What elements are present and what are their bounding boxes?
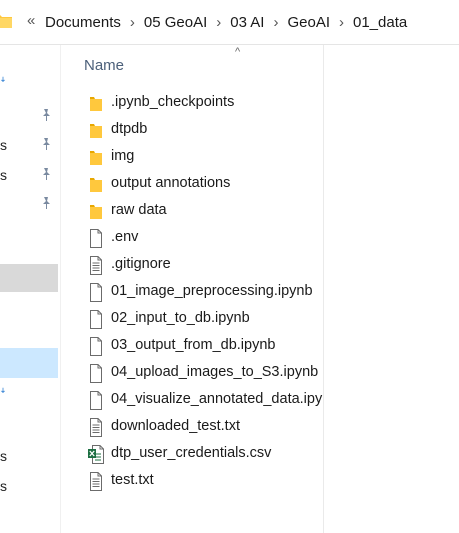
list-item[interactable]: 01_image_preprocessing.ipynb — [61, 279, 323, 306]
text-file-icon — [90, 418, 102, 437]
pin-icon[interactable] — [39, 137, 53, 151]
list-item[interactable]: img — [61, 144, 323, 171]
breadcrumb-documents[interactable]: Documents — [45, 14, 121, 31]
list-item[interactable]: .ipynb_checkpoints — [61, 90, 323, 117]
list-item[interactable]: .env — [61, 225, 323, 252]
breadcrumb-03-ai[interactable]: 03 AI — [230, 14, 264, 31]
pin-icon[interactable] — [39, 108, 53, 122]
file-name: output annotations — [111, 175, 231, 191]
pin-icon[interactable] — [39, 167, 53, 181]
chevron-right-icon[interactable]: › — [121, 14, 144, 31]
breadcrumb-geoai[interactable]: GeoAI — [287, 14, 330, 31]
folder-icon — [90, 124, 102, 138]
file-name: raw data — [111, 202, 167, 218]
list-item[interactable]: 02_input_to_db.ipynb — [61, 306, 323, 333]
list-item[interactable]: raw data — [61, 198, 323, 225]
list-item[interactable]: test.txt — [61, 468, 323, 495]
column-header-name[interactable]: Name — [84, 57, 124, 74]
breadcrumb: Documents › 05 GeoAI › 03 AI › GeoAI › 0… — [45, 12, 407, 32]
excel-csv-icon — [88, 445, 104, 464]
nav-item-fragment[interactable]: s — [0, 478, 7, 494]
file-name: 01_image_preprocessing.ipynb — [111, 283, 313, 299]
blank-file-icon — [90, 310, 102, 329]
list-item[interactable]: downloaded_test.txt — [61, 414, 323, 441]
list-item[interactable]: .gitignore — [61, 252, 323, 279]
file-name: .ipynb_checkpoints — [111, 94, 235, 110]
list-item[interactable]: dtpdb — [61, 117, 323, 144]
file-name: .env — [111, 229, 139, 245]
nav-item-fragment[interactable]: s — [0, 448, 7, 464]
file-list-pane: ^ Name .ipynb_checkpoints dtpdb img outp… — [60, 45, 324, 533]
folder-icon — [0, 15, 12, 28]
file-name: 04_visualize_annotated_data.ipynb — [111, 391, 323, 407]
sort-ascending-icon: ^ — [235, 46, 241, 58]
list-item[interactable]: 04_visualize_annotated_data.ipynb — [61, 387, 323, 414]
file-name: dtpdb — [111, 121, 148, 137]
folder-icon — [90, 97, 102, 111]
navigation-pane[interactable]: ꜜ s s ꜜ s s — [0, 45, 60, 533]
folder-icon — [90, 205, 102, 219]
nav-item-fragment[interactable]: s — [0, 167, 7, 183]
chevron-right-icon[interactable]: › — [207, 14, 230, 31]
blank-file-icon — [90, 229, 102, 248]
file-name: dtp_user_credentials.csv — [111, 445, 272, 461]
list-item[interactable]: dtp_user_credentials.csv — [61, 441, 323, 468]
nav-item-highlighted[interactable] — [0, 348, 58, 378]
pin-icon[interactable] — [39, 196, 53, 210]
file-name: downloaded_test.txt — [111, 418, 240, 434]
breadcrumb-05-geoai[interactable]: 05 GeoAI — [144, 14, 207, 31]
blank-file-icon — [90, 337, 102, 356]
breadcrumb-01-data[interactable]: 01_data — [353, 14, 407, 31]
text-file-icon — [90, 472, 102, 491]
blank-file-icon — [90, 283, 102, 302]
list-item[interactable]: 04_upload_images_to_S3.ipynb — [61, 360, 323, 387]
file-name: 04_upload_images_to_S3.ipynb — [111, 364, 319, 380]
file-name: 02_input_to_db.ipynb — [111, 310, 250, 326]
file-name: test.txt — [111, 472, 154, 488]
folder-icon — [90, 178, 102, 192]
blank-file-icon — [90, 364, 102, 383]
chevron-right-icon[interactable]: › — [264, 14, 287, 31]
nav-item-fragment[interactable]: s — [0, 137, 7, 153]
text-file-icon — [90, 256, 102, 275]
nav-expand-icon[interactable]: ꜜ — [0, 77, 6, 91]
file-name: 03_output_from_db.ipynb — [111, 337, 276, 353]
folder-icon — [90, 151, 102, 165]
file-name: .gitignore — [111, 256, 171, 272]
nav-item-selected[interactable] — [0, 264, 58, 292]
list-item[interactable]: 03_output_from_db.ipynb — [61, 333, 323, 360]
file-explorer-window: « Documents › 05 GeoAI › 03 AI › GeoAI ›… — [0, 0, 459, 533]
address-bar[interactable]: « Documents › 05 GeoAI › 03 AI › GeoAI ›… — [0, 0, 459, 45]
file-name: img — [111, 148, 135, 164]
list-item[interactable]: output annotations — [61, 171, 323, 198]
chevron-right-icon[interactable]: › — [330, 14, 353, 31]
blank-file-icon — [90, 391, 102, 410]
nav-expand-icon[interactable]: ꜜ — [0, 388, 6, 402]
file-list: .ipynb_checkpoints dtpdb img output anno… — [61, 90, 323, 495]
breadcrumb-overflow-button[interactable]: « — [27, 12, 35, 29]
